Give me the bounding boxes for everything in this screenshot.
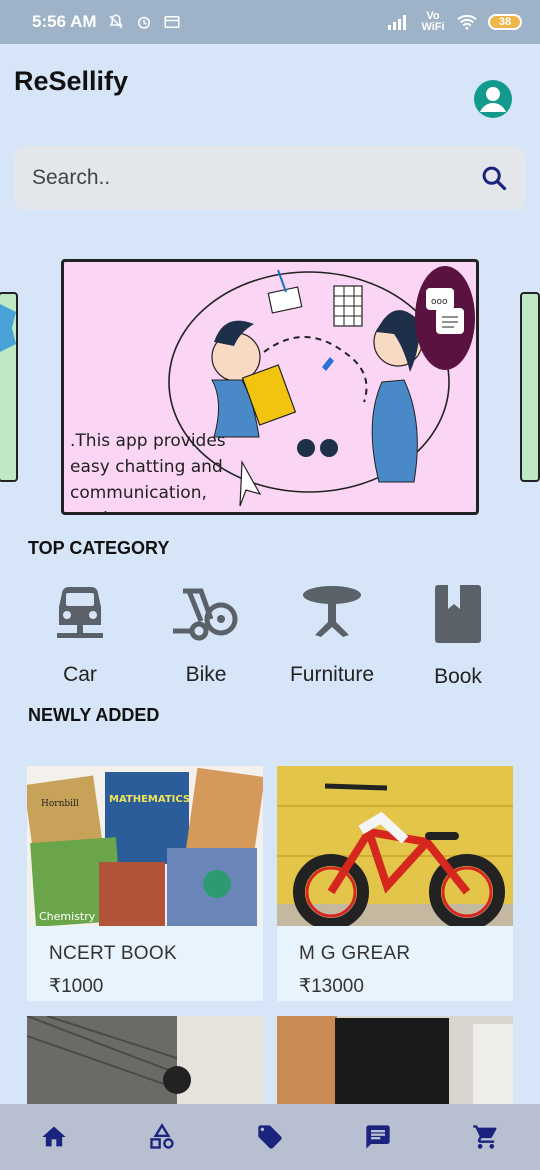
mute-icon — [108, 14, 123, 29]
top-category-heading: TOP CATEGORY — [28, 538, 170, 558]
category-book[interactable]: Book — [403, 585, 513, 689]
wifi-icon — [457, 14, 477, 30]
search-icon[interactable] — [480, 164, 508, 192]
nav-categories[interactable] — [135, 1110, 189, 1164]
category-furniture-label: Furniture — [289, 663, 375, 686]
search-bar[interactable]: Search.. — [14, 146, 526, 210]
product-price: ₹1000 — [49, 976, 104, 997]
tag-icon — [258, 1125, 282, 1149]
app-title: ReSellify — [14, 66, 129, 96]
table-icon — [303, 586, 361, 637]
svg-text:MATHEMATICS: MATHEMATICS — [109, 794, 190, 805]
promo-banner[interactable]: ooo .This app provides easy chatting and… — [61, 259, 479, 515]
search-input[interactable]: Search.. — [32, 166, 480, 190]
svg-text:Chemistry: Chemistry — [39, 910, 96, 923]
banner-text: .This app provides easy chatting and com… — [70, 431, 226, 512]
product-card[interactable] — [27, 1016, 263, 1106]
product-name: M G GREAR — [299, 943, 411, 964]
product-name: NCERT BOOK — [49, 943, 177, 964]
category-furniture[interactable]: Furniture — [277, 585, 387, 687]
home-icon — [42, 1126, 66, 1147]
category-car[interactable]: Car — [25, 585, 135, 687]
network-label: Vo WiFi — [421, 10, 445, 33]
nav-home[interactable] — [27, 1110, 81, 1164]
car-icon — [57, 587, 103, 638]
bike-icon — [173, 588, 238, 641]
alarm-icon — [137, 16, 150, 29]
screen-icon — [164, 16, 180, 28]
cart-icon — [473, 1125, 497, 1149]
carousel-prev-card[interactable] — [0, 292, 18, 482]
chat-icon — [366, 1125, 390, 1149]
status-time: 5:56 AM — [32, 12, 97, 31]
svg-text:Hornbill: Hornbill — [41, 799, 79, 809]
signal-icon — [388, 15, 406, 30]
category-bike-label: Bike — [185, 663, 227, 686]
product-image-bicycle-storage — [27, 1016, 263, 1106]
product-image-books: MATHEMATICS Hornbill Chemistry — [27, 766, 263, 927]
category-bike[interactable]: Bike — [151, 585, 261, 687]
product-card[interactable]: MATHEMATICS Hornbill Chemistry NCERT BOO… — [27, 766, 263, 1001]
product-image-bike — [277, 766, 513, 930]
svg-text:ooo: ooo — [431, 297, 448, 307]
product-card[interactable] — [277, 1016, 513, 1106]
book-icon — [435, 585, 481, 643]
carousel-next-card[interactable] — [520, 292, 540, 482]
nav-cart[interactable] — [459, 1110, 513, 1164]
battery-indicator: 38 — [488, 14, 522, 30]
category-car-label: Car — [63, 663, 97, 686]
category-book-label: Book — [434, 665, 482, 688]
bottom-navigation — [0, 1104, 540, 1170]
nav-chat[interactable] — [351, 1110, 405, 1164]
product-card[interactable]: M G GREAR ₹13000 — [277, 766, 513, 1001]
status-bar: 5:56 AM Vo WiFi 38 — [0, 0, 540, 44]
newly-added-heading: NEWLY ADDED — [28, 705, 160, 725]
nav-sell[interactable] — [243, 1110, 297, 1164]
category-icon — [150, 1123, 174, 1149]
product-price: ₹13000 — [299, 976, 364, 997]
product-image-monitor — [277, 1016, 513, 1106]
profile-avatar-icon[interactable] — [474, 80, 512, 118]
